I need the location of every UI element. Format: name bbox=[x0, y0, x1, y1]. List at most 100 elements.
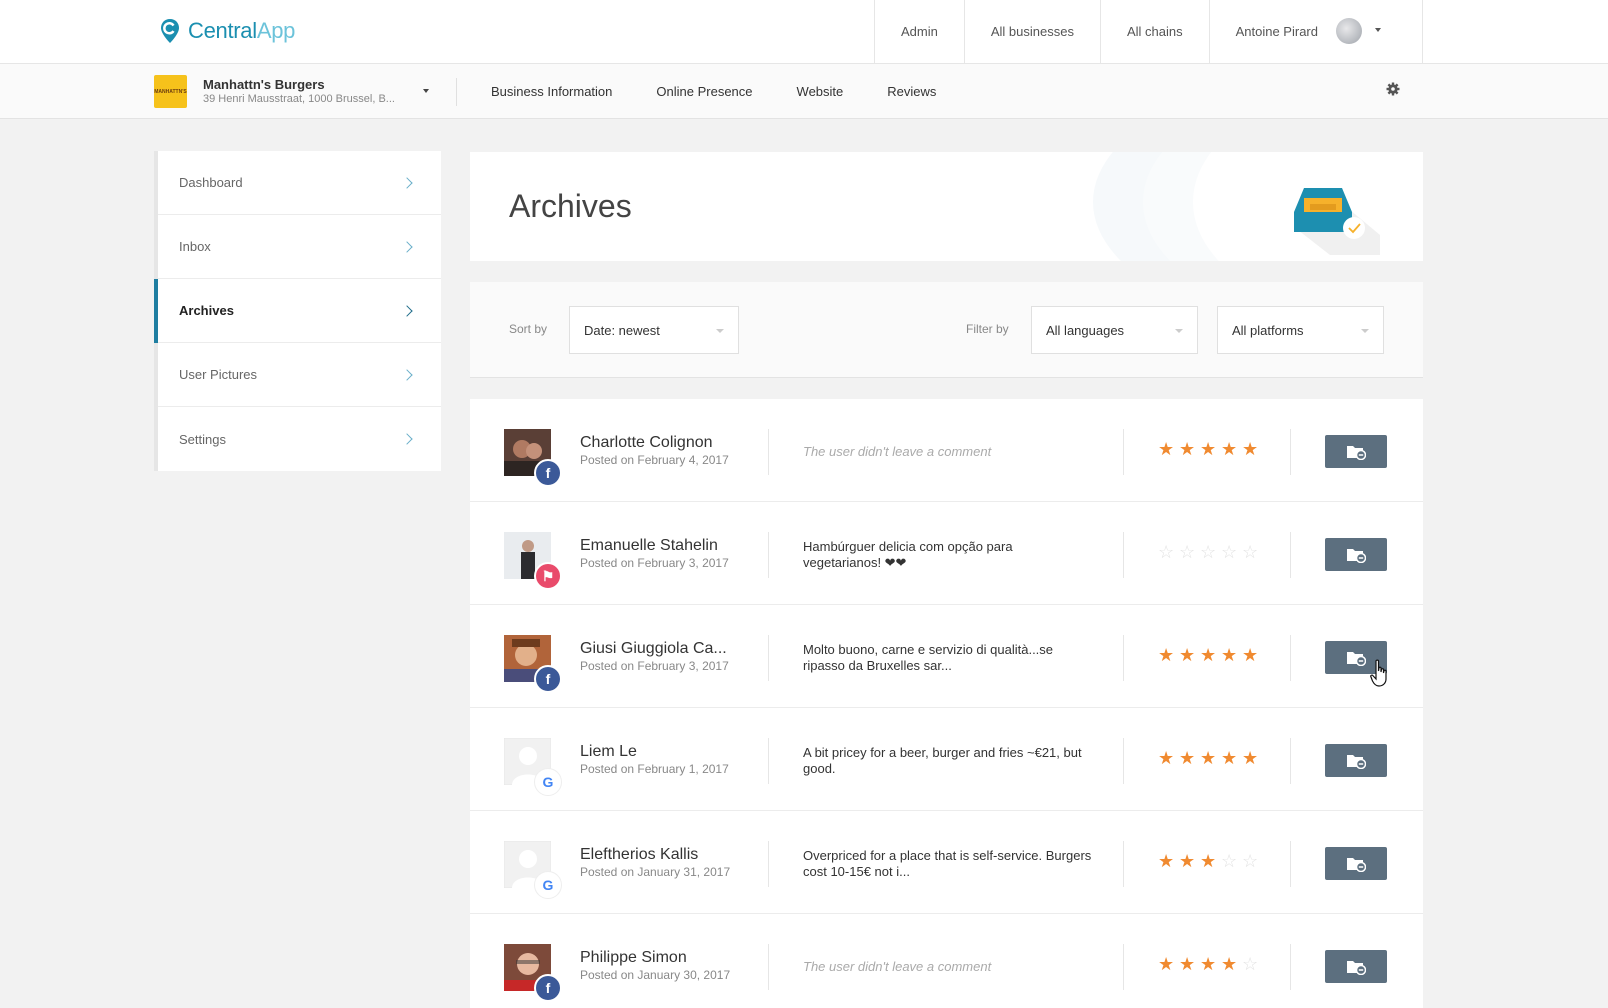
star-filled-icon: ★ bbox=[1179, 645, 1196, 665]
review-row: G Eleftherios Kallis Posted on January 3… bbox=[470, 811, 1423, 914]
star-filled-icon: ★ bbox=[1179, 439, 1196, 459]
top-nav: Admin All businesses All chains Antoine … bbox=[874, 0, 1388, 63]
business-switch-caret-icon[interactable] bbox=[423, 89, 429, 93]
unarchive-button[interactable] bbox=[1325, 847, 1387, 880]
star-rating: ★ ★ ★ ★ ★ bbox=[1158, 439, 1263, 459]
star-filled-icon: ★ bbox=[1242, 645, 1259, 665]
review-date: Posted on February 1, 2017 bbox=[580, 762, 729, 776]
star-empty-icon: ☆ bbox=[1179, 542, 1196, 562]
sidebar-item-archives[interactable]: Archives bbox=[154, 279, 441, 343]
business-name[interactable]: Manhattn's Burgers bbox=[203, 77, 325, 92]
tab-business-information[interactable]: Business Information bbox=[491, 84, 612, 99]
folder-unarchive-icon bbox=[1347, 445, 1366, 460]
sidebar-item-user-pictures[interactable]: User Pictures bbox=[158, 343, 441, 407]
topnav-all-businesses[interactable]: All businesses bbox=[963, 0, 1100, 63]
star-empty-icon: ☆ bbox=[1158, 542, 1175, 562]
brand-name-part1: Central bbox=[188, 18, 257, 43]
platform-select[interactable]: All platforms bbox=[1217, 306, 1384, 354]
unarchive-button[interactable] bbox=[1325, 435, 1387, 468]
star-filled-icon: ★ bbox=[1158, 851, 1175, 871]
star-filled-icon: ★ bbox=[1200, 851, 1217, 871]
review-row: ⚑ Emanuelle Stahelin Posted on February … bbox=[470, 502, 1423, 605]
star-filled-icon: ★ bbox=[1179, 748, 1196, 768]
gear-icon[interactable] bbox=[1386, 82, 1400, 96]
location-pin-icon bbox=[161, 19, 179, 43]
business-logo[interactable]: MANHATTN'S bbox=[154, 75, 187, 108]
chevron-down-icon bbox=[716, 329, 724, 333]
review-date: Posted on February 3, 2017 bbox=[580, 659, 729, 673]
page-title: Archives bbox=[509, 188, 632, 224]
star-filled-icon: ★ bbox=[1200, 748, 1217, 768]
brand-name-part2: App bbox=[256, 18, 296, 43]
foursquare-icon: ⚑ bbox=[534, 562, 562, 590]
reviewer-name: Eleftherios Kallis bbox=[580, 846, 699, 863]
star-filled-icon: ★ bbox=[1158, 645, 1175, 665]
review-comment: Overpriced for a place that is self-serv… bbox=[803, 848, 1092, 879]
star-filled-icon: ★ bbox=[1200, 439, 1217, 459]
reviewer-name: Liem Le bbox=[580, 743, 637, 760]
star-rating: ★ ★ ★ ★ ☆ bbox=[1158, 954, 1263, 974]
review-comment: Hambúrguer delicia com opção para vegeta… bbox=[803, 539, 1013, 570]
star-empty-icon: ☆ bbox=[1221, 851, 1238, 871]
user-menu-caret-icon[interactable] bbox=[1375, 28, 1381, 32]
page-header: Archives bbox=[470, 152, 1423, 261]
folder-unarchive-icon bbox=[1347, 651, 1366, 666]
chevron-right-icon bbox=[401, 240, 413, 253]
reviewer-name: Emanuelle Stahelin bbox=[580, 537, 718, 554]
tab-website[interactable]: Website bbox=[797, 84, 844, 99]
sidebar-nav: Dashboard Inbox Archives User Pictures S… bbox=[154, 151, 441, 471]
topnav-admin[interactable]: Admin bbox=[874, 0, 964, 63]
chevron-right-icon bbox=[401, 304, 413, 317]
star-empty-icon: ☆ bbox=[1221, 542, 1238, 562]
user-avatar[interactable] bbox=[1336, 18, 1362, 44]
star-empty-icon: ☆ bbox=[1242, 542, 1259, 562]
folder-unarchive-icon bbox=[1347, 754, 1366, 769]
star-filled-icon: ★ bbox=[1179, 954, 1196, 974]
topnav-all-chains[interactable]: All chains bbox=[1099, 0, 1209, 63]
unarchive-button[interactable] bbox=[1325, 950, 1387, 983]
google-icon: G bbox=[534, 871, 562, 899]
star-rating: ★ ★ ★ ★ ★ bbox=[1158, 748, 1263, 768]
review-row: f Charlotte Colignon Posted on February … bbox=[470, 399, 1423, 502]
star-filled-icon: ★ bbox=[1200, 954, 1217, 974]
chevron-down-icon bbox=[1175, 329, 1183, 333]
sidebar-item-inbox[interactable]: Inbox bbox=[158, 215, 441, 279]
review-row: f Giusi Giuggiola Ca... Posted on Februa… bbox=[470, 605, 1423, 708]
review-date: Posted on January 31, 2017 bbox=[580, 865, 731, 879]
facebook-icon: f bbox=[534, 665, 562, 693]
star-filled-icon: ★ bbox=[1221, 439, 1238, 459]
star-filled-icon: ★ bbox=[1158, 954, 1175, 974]
star-empty-icon: ☆ bbox=[1242, 954, 1259, 974]
business-address: 39 Henri Mausstraat, 1000 Brussel, B... bbox=[203, 93, 395, 105]
facebook-icon: f bbox=[534, 459, 562, 487]
star-filled-icon: ★ bbox=[1221, 954, 1238, 974]
google-icon: G bbox=[534, 768, 562, 796]
star-filled-icon: ★ bbox=[1242, 748, 1259, 768]
tab-reviews[interactable]: Reviews bbox=[887, 84, 936, 99]
filter-bar: Sort by Date: newest Filter by All langu… bbox=[470, 282, 1423, 378]
star-rating: ★ ★ ★ ★ ★ bbox=[1158, 645, 1263, 665]
sidebar-item-settings[interactable]: Settings bbox=[158, 407, 441, 471]
language-select[interactable]: All languages bbox=[1031, 306, 1198, 354]
brand-logo[interactable]: CentralApp bbox=[160, 18, 295, 44]
review-date: Posted on January 30, 2017 bbox=[580, 968, 731, 982]
folder-unarchive-icon bbox=[1347, 548, 1366, 563]
review-date: Posted on February 4, 2017 bbox=[580, 453, 729, 467]
unarchive-button[interactable] bbox=[1325, 538, 1387, 571]
sort-select[interactable]: Date: newest bbox=[569, 306, 739, 354]
tab-online-presence[interactable]: Online Presence bbox=[656, 84, 752, 99]
chevron-right-icon bbox=[401, 433, 413, 445]
star-rating: ★ ★ ★ ☆ ☆ bbox=[1158, 851, 1263, 871]
star-filled-icon: ★ bbox=[1158, 439, 1175, 459]
reviewer-name: Charlotte Colignon bbox=[580, 434, 713, 451]
sort-label: Sort by bbox=[509, 322, 548, 336]
sidebar-item-dashboard[interactable]: Dashboard bbox=[158, 151, 441, 215]
review-comment: A bit pricey for a beer, burger and frie… bbox=[803, 745, 1082, 776]
star-filled-icon: ★ bbox=[1200, 645, 1217, 665]
unarchive-button[interactable] bbox=[1325, 744, 1387, 777]
review-row: G Liem Le Posted on February 1, 2017 A b… bbox=[470, 708, 1423, 811]
review-row: f Philippe Simon Posted on January 30, 2… bbox=[470, 914, 1423, 1008]
star-filled-icon: ★ bbox=[1221, 645, 1238, 665]
star-empty-icon: ☆ bbox=[1242, 851, 1259, 871]
star-rating: ☆ ☆ ☆ ☆ ☆ bbox=[1158, 542, 1263, 562]
